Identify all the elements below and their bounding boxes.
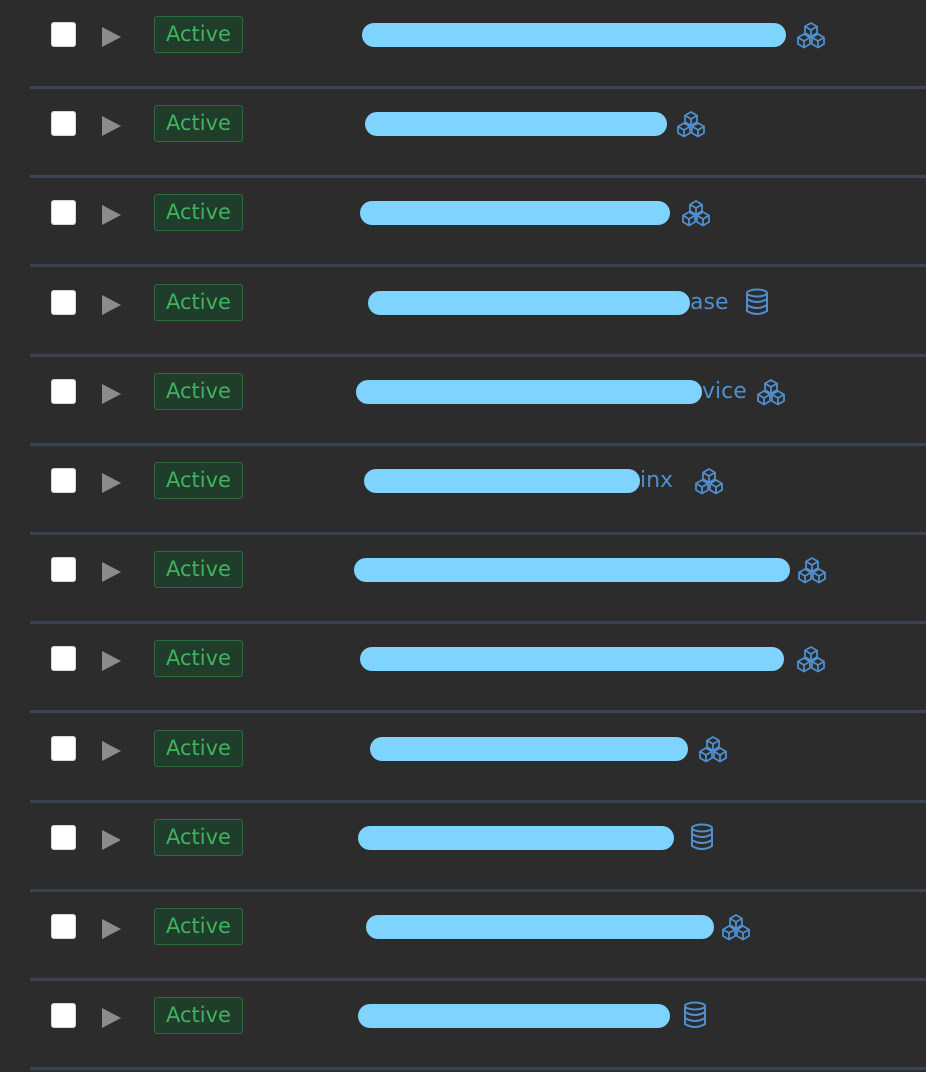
row-checkbox[interactable] <box>51 736 76 761</box>
status-badge: Active <box>154 194 243 231</box>
cubes-icon <box>796 643 826 673</box>
cubes-icon <box>797 554 827 584</box>
row-checkbox[interactable] <box>51 111 76 136</box>
cubes-icon <box>796 19 826 49</box>
table-row[interactable]: Active <box>0 981 926 1070</box>
expand-arrow-icon[interactable] <box>102 116 121 136</box>
table-row[interactable]: Active <box>0 624 926 713</box>
status-badge: Active <box>154 373 243 410</box>
expand-arrow-icon[interactable] <box>102 27 121 47</box>
row-checkbox[interactable] <box>51 468 76 493</box>
row-divider <box>30 1067 926 1070</box>
redaction-mark <box>368 291 690 315</box>
row-checkbox[interactable] <box>51 825 76 850</box>
status-badge: Active <box>154 16 243 53</box>
database-icon <box>687 822 717 852</box>
expand-arrow-icon[interactable] <box>102 295 121 315</box>
status-badge: Active <box>154 640 243 677</box>
row-checkbox[interactable] <box>51 22 76 47</box>
redaction-mark <box>364 469 640 493</box>
row-checkbox[interactable] <box>51 557 76 582</box>
cubes-icon <box>721 911 751 941</box>
expand-arrow-icon[interactable] <box>102 384 121 404</box>
row-checkbox[interactable] <box>51 290 76 315</box>
row-divider <box>30 710 926 713</box>
status-badge: Active <box>154 908 243 945</box>
expand-arrow-icon[interactable] <box>102 1008 121 1028</box>
redaction-mark <box>354 558 790 582</box>
redaction-mark <box>358 826 674 850</box>
status-badge: Active <box>154 551 243 588</box>
row-checkbox[interactable] <box>51 646 76 671</box>
table-row[interactable]: Active vice <box>0 357 926 446</box>
cubes-icon <box>694 465 724 495</box>
row-divider <box>30 264 926 267</box>
table-row[interactable]: Active inx <box>0 446 926 535</box>
redaction-mark <box>356 380 702 404</box>
table-row[interactable]: Active <box>0 535 926 624</box>
table-row[interactable]: Active <box>0 178 926 267</box>
cubes-icon <box>756 376 786 406</box>
status-badge: Active <box>154 462 243 499</box>
table-row[interactable]: Active <box>0 892 926 981</box>
expand-arrow-icon[interactable] <box>102 651 121 671</box>
status-badge: Active <box>154 105 243 142</box>
redaction-mark <box>358 1004 670 1028</box>
status-badge: Active <box>154 997 243 1034</box>
row-checkbox[interactable] <box>51 914 76 939</box>
expand-arrow-icon[interactable] <box>102 205 121 225</box>
resource-name-link[interactable]: inx <box>640 464 673 498</box>
table-row[interactable]: Active <box>0 0 926 89</box>
status-badge: Active <box>154 730 243 767</box>
status-badge: Active <box>154 284 243 321</box>
table-row[interactable]: Active <box>0 89 926 178</box>
row-checkbox[interactable] <box>51 1003 76 1028</box>
redaction-mark <box>370 737 688 761</box>
cubes-icon <box>676 108 706 138</box>
table-row[interactable]: Active <box>0 803 926 892</box>
status-badge: Active <box>154 819 243 856</box>
redaction-mark <box>366 915 714 939</box>
cubes-icon <box>698 733 728 763</box>
expand-arrow-icon[interactable] <box>102 741 121 761</box>
row-checkbox[interactable] <box>51 200 76 225</box>
table-row[interactable]: Active <box>0 714 926 803</box>
cubes-icon <box>681 197 711 227</box>
expand-arrow-icon[interactable] <box>102 919 121 939</box>
redaction-mark <box>360 201 670 225</box>
database-icon <box>742 287 772 317</box>
redaction-mark <box>360 647 784 671</box>
expand-arrow-icon[interactable] <box>102 473 121 493</box>
database-icon <box>680 1000 710 1030</box>
row-checkbox[interactable] <box>51 379 76 404</box>
resource-name-link[interactable]: vice <box>702 375 747 409</box>
expand-arrow-icon[interactable] <box>102 562 121 582</box>
resource-name-link[interactable]: ase <box>690 286 728 320</box>
redaction-mark <box>365 112 667 136</box>
resource-list: Active Active Active Active ase Active vice Act… <box>0 0 926 1072</box>
redaction-mark <box>362 23 786 47</box>
table-row[interactable]: Active ase <box>0 268 926 357</box>
expand-arrow-icon[interactable] <box>102 830 121 850</box>
